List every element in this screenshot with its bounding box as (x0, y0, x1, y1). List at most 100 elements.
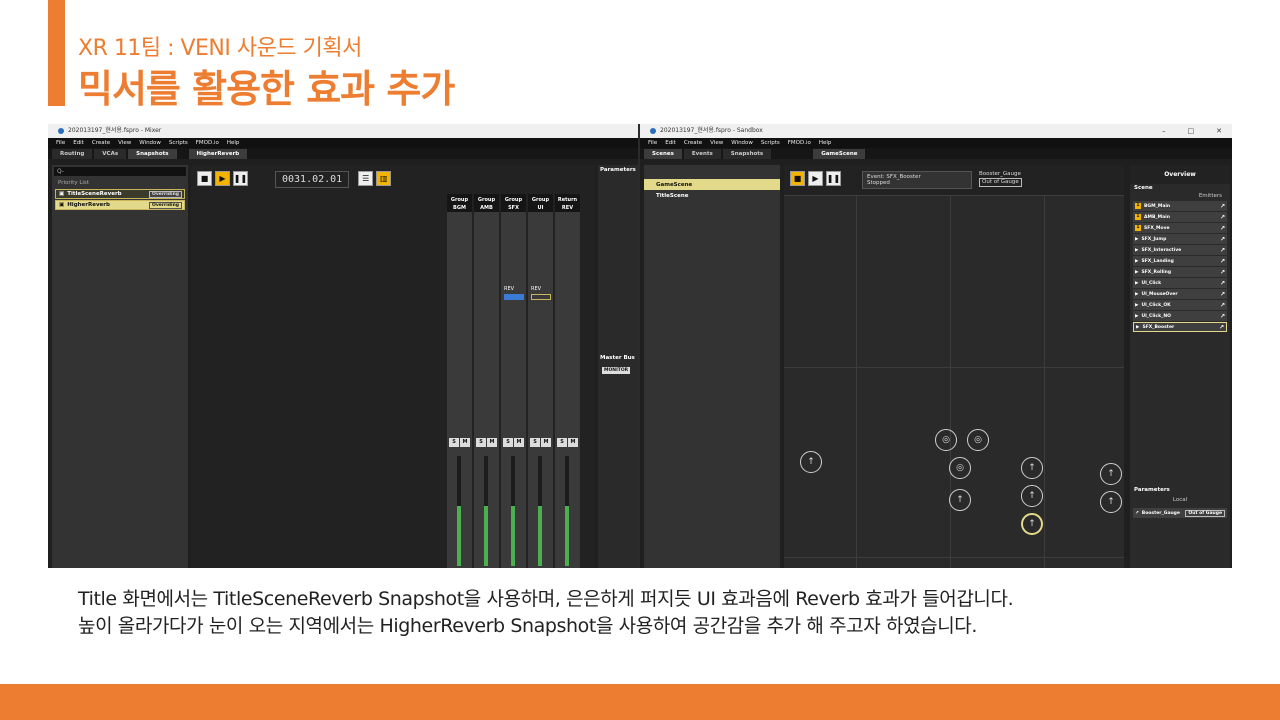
solo-button[interactable]: S (530, 438, 540, 447)
menu-help[interactable]: Help (227, 138, 240, 148)
emitter-icon[interactable]: ◎ (935, 429, 957, 451)
menu-window[interactable]: Window (139, 138, 161, 148)
emitter-item[interactable]: ▶ SFX_Landing ↗ (1133, 256, 1227, 266)
emitter-item[interactable]: ▶ UI_Click_NO ↗ (1133, 311, 1227, 321)
tab-snapshots[interactable]: Snapshots (722, 149, 772, 159)
emitter-icon[interactable]: ↑ (1100, 463, 1122, 485)
pause-button[interactable]: ❚❚ (826, 171, 841, 186)
open-icon[interactable]: ↗ (1220, 280, 1225, 287)
mute-button[interactable]: M (541, 438, 551, 447)
close-icon[interactable]: ✕ (1216, 124, 1222, 138)
emitter-item[interactable]: ▶ UI_Click_OK ↗ (1133, 300, 1227, 310)
emitter-icon[interactable]: ◎ (949, 457, 971, 479)
emitter-item[interactable]: ▶ UI_MouseOver ↗ (1133, 289, 1227, 299)
send-knob-selected[interactable] (504, 294, 524, 300)
snapshot-item-titlescenereverb[interactable]: ▣ TitleSceneReverb Overriding (55, 189, 185, 199)
meter-view-icon[interactable]: ▥ (376, 171, 392, 186)
tab-vcas[interactable]: VCAs (94, 149, 127, 159)
pause-button[interactable]: ❚❚ (233, 171, 248, 186)
mixer-strip-sfx[interactable]: Group SFX REV SM (500, 194, 526, 568)
play-button[interactable]: ▶ (215, 171, 230, 186)
menu-create[interactable]: Create (684, 138, 702, 148)
open-icon[interactable]: ↗ (1220, 214, 1225, 221)
scene-item-gamescene[interactable]: GameScene (644, 179, 780, 190)
monitor-button[interactable]: MONITOR (602, 367, 631, 374)
solo-button[interactable]: S (503, 438, 513, 447)
mute-button[interactable]: M (568, 438, 578, 447)
emitter-item[interactable]: 1 BGM_Main ↗ (1133, 201, 1227, 211)
mute-button[interactable]: M (460, 438, 470, 447)
emitter-icon-selected[interactable]: ↑ (1021, 513, 1043, 535)
maximize-icon[interactable]: □ (1188, 124, 1195, 138)
menu-help[interactable]: Help (819, 138, 832, 148)
open-icon[interactable]: ↗ (1220, 291, 1225, 298)
menu-file[interactable]: File (648, 138, 657, 148)
emitter-item[interactable]: 1 SFX_Move ↗ (1133, 223, 1227, 233)
solo-mute[interactable]: SM (557, 438, 578, 447)
solo-mute[interactable]: SM (476, 438, 497, 447)
emitter-item[interactable]: ▶ UI_Click ↗ (1133, 278, 1227, 288)
tab-snapshots[interactable]: Snapshots (128, 149, 177, 159)
mixer-strip-rev[interactable]: Return REV SM (554, 194, 580, 568)
scene-item-titlescene[interactable]: TitleScene (644, 190, 780, 201)
menu-view[interactable]: View (710, 138, 723, 148)
local-param-item[interactable]: ↗ Booster_Gauge Out of Gauge (1133, 508, 1227, 518)
emitter-icon[interactable]: ↑ (1100, 491, 1122, 513)
snapshot-search-input[interactable]: Q- (54, 167, 186, 176)
stop-button[interactable]: ■ (197, 171, 212, 186)
local-param-value[interactable]: Out of Gauge (1185, 509, 1225, 517)
tab-gamescene[interactable]: GameScene (813, 149, 866, 159)
emitter-icon[interactable]: ↑ (800, 451, 822, 473)
solo-button[interactable]: S (557, 438, 567, 447)
tab-higherreverb[interactable]: HigherReverb (188, 149, 248, 159)
mixer-strip-bgm[interactable]: Group BGM SM (446, 194, 472, 568)
snapshot-item-higherreverb[interactable]: ▣ HigherReverb Overriding (55, 200, 185, 210)
open-icon[interactable]: ↗ (1220, 236, 1225, 243)
minimize-icon[interactable]: – (1162, 124, 1166, 138)
emitter-item[interactable]: 1 AMB_Main ↗ (1133, 212, 1227, 222)
mute-button[interactable]: M (514, 438, 524, 447)
menu-edit[interactable]: Edit (73, 138, 84, 148)
solo-mute[interactable]: SM (503, 438, 524, 447)
open-icon[interactable]: ↗ (1220, 247, 1225, 254)
open-icon[interactable]: ↗ (1220, 302, 1225, 309)
list-view-icon[interactable]: ☰ (358, 171, 374, 186)
stop-button[interactable]: ■ (790, 171, 805, 186)
solo-mute[interactable]: SM (530, 438, 551, 447)
open-icon[interactable]: ↗ (1220, 313, 1225, 320)
emitter-item[interactable]: ▶ SFX_Jump ↗ (1133, 234, 1227, 244)
emitter-icon[interactable]: ↑ (1021, 457, 1043, 479)
menu-edit[interactable]: Edit (665, 138, 676, 148)
emitter-item[interactable]: ▶ SFX_Interactive ↗ (1133, 245, 1227, 255)
mixer-strip-amb[interactable]: Group AMB SM (473, 194, 499, 568)
tab-scenes[interactable]: Scenes (644, 149, 682, 159)
emitter-icon[interactable]: ↑ (1021, 485, 1043, 507)
solo-button[interactable]: S (449, 438, 459, 447)
menu-window[interactable]: Window (731, 138, 753, 148)
open-icon[interactable]: ↗ (1220, 203, 1225, 210)
menu-fmodio[interactable]: FMOD.io (788, 138, 811, 148)
open-icon[interactable]: ↗ (1220, 225, 1225, 232)
emitter-item[interactable]: ▶ SFX_Rolling ↗ (1133, 267, 1227, 277)
menu-fmodio[interactable]: FMOD.io (196, 138, 219, 148)
scene-grid[interactable]: ↑ ◎ ◎ ◎ ↑ ↑ ↑ ↑ ↑ ↑ (784, 195, 1124, 568)
menu-scripts[interactable]: Scripts (761, 138, 780, 148)
open-icon[interactable]: ↗ (1220, 269, 1225, 276)
param-chip-value[interactable]: Out of Gauge (979, 178, 1022, 187)
mixer-strip-ui[interactable]: Group UI REV SM (527, 194, 553, 568)
tab-events[interactable]: Events (683, 149, 721, 159)
send-knob[interactable] (531, 294, 551, 300)
emitter-icon[interactable]: ◎ (967, 429, 989, 451)
menu-view[interactable]: View (118, 138, 131, 148)
emitter-icon[interactable]: ↑ (949, 489, 971, 511)
play-button[interactable]: ▶ (808, 171, 823, 186)
open-icon[interactable]: ↗ (1219, 324, 1224, 331)
emitter-item-selected[interactable]: ▶ SFX_Booster ↗ (1133, 322, 1227, 332)
solo-mute[interactable]: SM (449, 438, 470, 447)
menu-create[interactable]: Create (92, 138, 110, 148)
menu-scripts[interactable]: Scripts (169, 138, 188, 148)
menu-file[interactable]: File (56, 138, 65, 148)
open-icon[interactable]: ↗ (1220, 258, 1225, 265)
tab-routing[interactable]: Routing (52, 149, 93, 159)
mute-button[interactable]: M (487, 438, 497, 447)
